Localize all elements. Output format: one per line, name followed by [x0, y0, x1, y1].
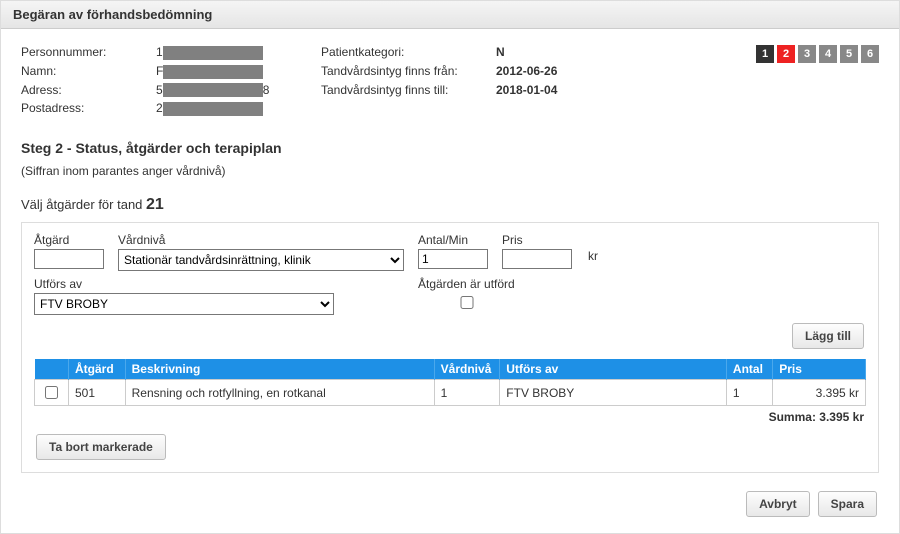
step-subtitle: (Siffran inom parantes anger vårdnivå) — [21, 164, 879, 178]
label-vardniva: Vårdnivå — [118, 233, 404, 247]
cell-pris: 3.395 kr — [773, 380, 866, 406]
label-utford: Åtgärden är utförd — [418, 277, 515, 291]
choose-label: Välj åtgärder för tand 21 — [21, 196, 879, 214]
step-4[interactable]: 4 — [819, 45, 837, 63]
label-intyg-fran: Tandvårdsintyg finns från: — [321, 64, 496, 79]
avbryt-button[interactable]: Avbryt — [746, 491, 810, 517]
label-utfors: Utförs av — [34, 277, 334, 291]
step-6[interactable]: 6 — [861, 45, 879, 63]
tooth-number: 21 — [146, 196, 164, 213]
col-antal: Antal — [726, 359, 772, 380]
redacted-block — [163, 46, 263, 60]
label-namn: Namn: — [21, 64, 156, 79]
utfors-select[interactable]: FTV BROBY — [34, 293, 334, 315]
value-intyg-fran: 2012-06-26 — [496, 64, 557, 79]
atgard-input[interactable] — [34, 249, 104, 269]
label-patientkategori: Patientkategori: — [321, 45, 496, 60]
panel-content: 1 2 3 4 5 6 Personnummer: 1 Patientkateg… — [1, 29, 899, 491]
col-check — [35, 359, 69, 380]
label-adress: Adress: — [21, 83, 156, 98]
label-personnummer: Personnummer: — [21, 45, 156, 60]
lagg-till-button[interactable]: Lägg till — [792, 323, 864, 349]
ta-bort-button[interactable]: Ta bort markerade — [36, 434, 166, 460]
summa-row: Summa: 3.395 kr — [34, 410, 864, 424]
step-5[interactable]: 5 — [840, 45, 858, 63]
value-patientkategori: N — [496, 45, 505, 60]
step-2[interactable]: 2 — [777, 45, 795, 63]
value-adress: 58 — [156, 83, 269, 98]
step-1[interactable]: 1 — [756, 45, 774, 63]
label-postadress: Postadress: — [21, 101, 156, 116]
actions-table: Åtgärd Beskrivning Vårdnivå Utförs av An… — [34, 359, 866, 406]
value-postadress: 2 — [156, 101, 263, 116]
panel-title: Begäran av förhandsbedömning — [13, 7, 212, 22]
row-checkbox[interactable] — [45, 386, 58, 399]
col-vardniva: Vårdnivå — [434, 359, 500, 380]
col-utfors: Utförs av — [500, 359, 727, 380]
label-kr: kr — [588, 233, 598, 271]
label-intyg-till: Tandvårdsintyg finns till: — [321, 83, 496, 98]
redacted-block — [163, 83, 263, 97]
vardniva-select[interactable]: Stationär tandvårdsinrättning, klinik — [118, 249, 404, 271]
pris-input[interactable] — [502, 249, 572, 269]
table-row: 501 Rensning och rotfyllning, en rotkana… — [35, 380, 866, 406]
col-pris: Pris — [773, 359, 866, 380]
cell-beskrivning: Rensning och rotfyllning, en rotkanal — [125, 380, 434, 406]
cell-vardniva: 1 — [434, 380, 500, 406]
cell-atgard: 501 — [68, 380, 125, 406]
antal-input[interactable] — [418, 249, 488, 269]
step-3[interactable]: 3 — [798, 45, 816, 63]
summa-value: 3.395 kr — [819, 410, 864, 424]
step-title: Steg 2 - Status, åtgärder och terapiplan — [21, 140, 879, 156]
panel-header: Begäran av förhandsbedömning — [1, 1, 899, 29]
label-antal: Antal/Min — [418, 233, 488, 247]
spara-button[interactable]: Spara — [818, 491, 877, 517]
label-atgard: Åtgärd — [34, 233, 104, 247]
main-panel: Begäran av förhandsbedömning 1 2 3 4 5 6… — [0, 0, 900, 534]
col-atgard: Åtgärd — [68, 359, 125, 380]
value-personnummer: 1 — [156, 45, 263, 60]
value-intyg-till: 2018-01-04 — [496, 83, 557, 98]
label-pris: Pris — [502, 233, 572, 247]
redacted-block — [163, 102, 263, 116]
value-namn: F — [156, 64, 263, 79]
bottom-buttons: Avbryt Spara — [1, 491, 899, 531]
cell-utfors: FTV BROBY — [500, 380, 727, 406]
redacted-block — [163, 65, 263, 79]
form-area: Åtgärd Vårdnivå Stationär tandvårdsinrät… — [21, 222, 879, 473]
step-nav: 1 2 3 4 5 6 — [756, 45, 879, 63]
cell-antal: 1 — [726, 380, 772, 406]
col-beskrivning: Beskrivning — [125, 359, 434, 380]
utford-checkbox[interactable] — [422, 296, 512, 309]
